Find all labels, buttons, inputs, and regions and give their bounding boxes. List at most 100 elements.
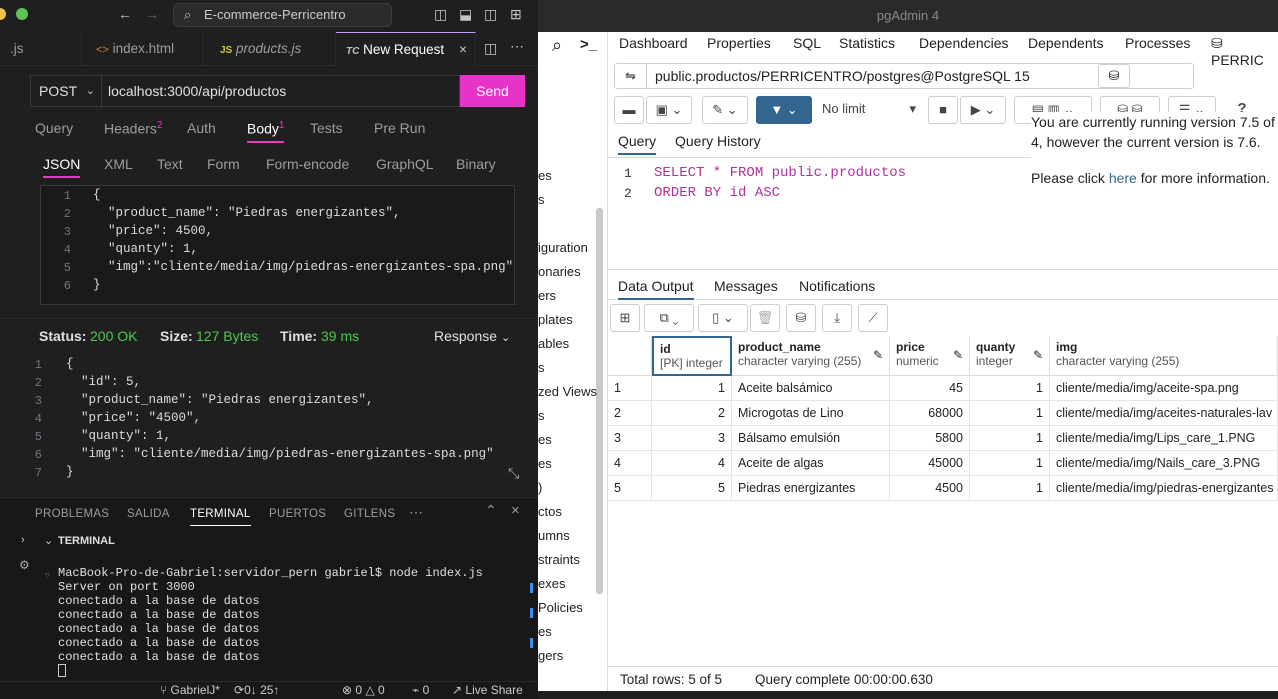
tab-data-output[interactable]: Data Output [618,278,694,300]
body-tab-binary[interactable]: Binary [456,156,496,172]
tree-item[interactable]: umns [538,528,570,543]
tree-item[interactable]: Policies [538,600,583,615]
cell-price[interactable]: 45000 [890,451,970,476]
tab-index-html[interactable]: <> index.html [82,32,204,66]
search-icon[interactable]: ⌕ [552,35,562,56]
body-tab-json[interactable]: JSON [43,156,81,178]
panel-tab-ports[interactable]: PUERTOS [269,508,326,520]
chevron-right-icon[interactable]: › [21,534,25,546]
toggle-panel-icon[interactable]: ⬓ [459,6,472,23]
tab-properties[interactable]: Properties [707,35,771,51]
cell-price[interactable]: 68000 [890,401,970,426]
tree-item[interactable]: s [538,408,545,423]
cell-quanty[interactable]: 1 [970,426,1050,451]
delete-icon[interactable]: 🗑 [750,304,780,332]
tree-item[interactable]: straints [538,552,580,567]
response-dropdown[interactable]: Response ⌄ [434,328,510,344]
panel-tab-output[interactable]: SALIDA [127,508,170,520]
column-header-img[interactable]: img character varying (255) [1050,336,1278,376]
sync-item[interactable]: ⟳0↓ 25↑ [234,683,279,697]
command-center-search[interactable]: ⌕ E-commerce-Perricentro [173,3,392,27]
tab-pre-run[interactable]: Pre Run [374,120,425,136]
tree-item[interactable]: iguration [538,240,588,255]
panel-tab-terminal[interactable]: TERMINAL [190,508,251,526]
cell-img[interactable]: cliente/media/img/Nails_care_3.PNG [1050,451,1278,476]
edit-icon[interactable]: ✎ ⌄ [702,96,748,124]
cell-price[interactable]: 5800 [890,426,970,451]
panel-tab-problems[interactable]: PROBLEMAS [35,508,109,520]
open-file-icon[interactable]: ▬ [614,96,644,124]
cell-id[interactable]: 2 [652,401,732,426]
panel-tab-gitlens[interactable]: GITLENS [344,508,395,520]
cell-quanty[interactable]: 1 [970,401,1050,426]
edit-icon[interactable]: ✎ [873,348,883,362]
close-icon[interactable]: × [459,33,467,67]
response-body-viewer[interactable]: 1 2 3 4 5 6 7 { "id": 5, "product_name":… [0,355,538,485]
tree-item[interactable]: onaries [538,264,581,279]
cell-product-name[interactable]: Microgotas de Lino [732,401,890,426]
cell-product-name[interactable]: Aceite de algas [732,451,890,476]
tab-query-editor[interactable]: Query [618,133,657,155]
tree-item[interactable]: ables [538,336,569,351]
url-input[interactable]: localhost:3000/api/productos [102,75,460,107]
tree-item[interactable]: es [538,456,552,471]
tree-item[interactable]: plates [538,312,573,327]
tab-statistics[interactable]: Statistics [839,35,895,51]
tab-tests[interactable]: Tests [310,120,343,136]
tab-sql[interactable]: SQL [793,35,821,51]
body-tab-text[interactable]: Text [157,156,183,172]
psql-tool-icon[interactable]: >_ [580,36,597,53]
tab-auth[interactable]: Auth [187,120,216,136]
tree-item[interactable]: es [538,432,552,447]
tree-item[interactable]: es [538,168,552,183]
maximize-panel-icon[interactable]: ⌃ [485,502,497,519]
body-tab-form-encode[interactable]: Form-encode [266,156,349,172]
body-tab-form[interactable]: Form [207,156,240,172]
tree-item[interactable]: ctos [538,504,562,519]
database-icon[interactable]: ⛁ [1098,64,1130,88]
scrollbar[interactable] [596,208,603,594]
terminal-settings-icon[interactable]: ⚙ [19,558,30,572]
cell-id[interactable]: 1 [652,376,732,401]
tab-dependencies[interactable]: Dependencies [919,35,1009,51]
toggle-sidebar-icon[interactable]: ◫ [434,6,447,23]
cell-product-name[interactable]: Piedras energizantes [732,476,890,501]
cell-price[interactable]: 4500 [890,476,970,501]
chevron-down-icon[interactable]: ⌄ [44,534,53,547]
tab-query[interactable]: Query [35,120,73,136]
tab-dependents[interactable]: Dependents [1028,35,1104,51]
forward-arrow-icon[interactable]: → [145,6,159,22]
sql-editor[interactable]: 1 2 SELECT * FROM public.productos ORDER… [608,158,1278,270]
copy-icon[interactable]: ⧉ ⌄ [644,304,694,332]
paste-icon[interactable]: ▯ ⌄ [698,304,748,332]
connection-bar[interactable]: ⇋ public.productos/PERRICENTRO/postgres@… [614,63,1194,89]
edit-icon[interactable]: ✎ [1033,348,1043,362]
body-tab-xml[interactable]: XML [104,156,133,172]
tab-dashboard[interactable]: Dashboard [619,35,688,51]
tab-query-tool[interactable]: ⛁ PERRIC [1211,35,1278,68]
live-share-button[interactable]: ↗ Live Share [452,683,523,697]
download-icon[interactable]: ⤓ [822,304,852,332]
branch-item[interactable]: ⑂ GabrielJ* [160,683,220,697]
customize-layout-icon[interactable]: ⊞ [510,6,522,23]
cell-quanty[interactable]: 1 [970,451,1050,476]
tab-body[interactable]: Body1 [247,120,285,143]
split-editor-icon[interactable]: ◫ [484,40,497,57]
resize-icon[interactable]: ⤡ [508,467,519,483]
cell-img[interactable]: cliente/media/img/aceites-naturales-lav [1050,401,1278,426]
column-header-price[interactable]: price numeric ✎ [890,336,970,376]
tab-query-history[interactable]: Query History [675,133,761,149]
graph-visualiser-icon[interactable]: ⟋ [858,304,888,332]
problems-item[interactable]: ⊗ 0 △ 0 [342,683,385,697]
send-button[interactable]: Send [460,75,525,107]
toggle-secondary-sidebar-icon[interactable]: ◫ [484,6,497,23]
cell-img[interactable]: cliente/media/img/Lips_care_1.PNG [1050,426,1278,451]
tab-js[interactable]: .js [0,32,82,66]
method-select[interactable]: POST ⌄ [30,75,102,107]
tab-new-request[interactable]: TC New Request × [336,32,476,66]
save-data-icon[interactable]: ⛁ [786,304,816,332]
column-header-product-name[interactable]: product_name character varying (255) ✎ [732,336,890,376]
stop-icon[interactable]: ■ [928,96,958,124]
edit-icon[interactable]: ✎ [953,348,963,362]
execute-icon[interactable]: ▶ ⌄ [960,96,1006,124]
